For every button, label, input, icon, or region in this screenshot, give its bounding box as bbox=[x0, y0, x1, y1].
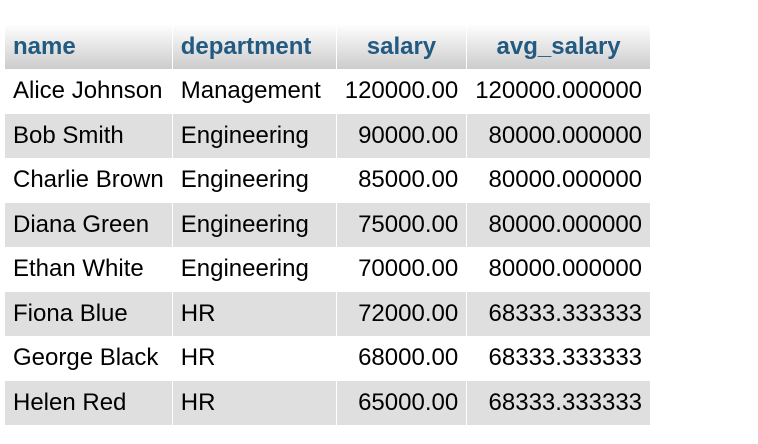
cell-name[interactable]: Bob Smith bbox=[5, 113, 173, 158]
cell-department[interactable]: HR bbox=[172, 380, 337, 425]
cell-avg-salary[interactable]: 68333.333333 bbox=[466, 380, 651, 425]
cell-avg-salary[interactable]: 80000.000000 bbox=[466, 158, 651, 203]
cell-department[interactable]: Engineering bbox=[172, 202, 337, 247]
cell-department[interactable]: Management bbox=[172, 69, 337, 114]
cell-name[interactable]: Charlie Brown bbox=[5, 158, 173, 203]
cell-salary[interactable]: 72000.00 bbox=[336, 291, 468, 336]
column-header-label: salary bbox=[366, 32, 437, 60]
table-row[interactable]: Helen Red HR 65000.00 68333.333333 bbox=[5, 380, 651, 425]
cell-department[interactable]: Engineering bbox=[172, 113, 337, 158]
table-row[interactable]: Alice Johnson Management 120000.00 12000… bbox=[5, 69, 651, 114]
table-row[interactable]: George Black HR 68000.00 68333.333333 bbox=[5, 336, 651, 381]
cell-salary[interactable]: 85000.00 bbox=[336, 158, 468, 203]
cell-name[interactable]: Helen Red bbox=[5, 380, 173, 425]
table-row[interactable]: Bob Smith Engineering 90000.00 80000.000… bbox=[5, 113, 651, 158]
column-header-salary[interactable]: salary bbox=[336, 24, 468, 69]
cell-salary[interactable]: 120000.00 bbox=[336, 69, 468, 114]
table-row[interactable]: Charlie Brown Engineering 85000.00 80000… bbox=[5, 158, 651, 203]
cell-name[interactable]: Diana Green bbox=[5, 202, 173, 247]
cell-department[interactable]: Engineering bbox=[172, 158, 337, 203]
header-row: name department salary avg_salary bbox=[5, 24, 651, 69]
column-header-label: name bbox=[13, 32, 76, 60]
cell-avg-salary[interactable]: 80000.000000 bbox=[466, 202, 651, 247]
cell-avg-salary[interactable]: 68333.333333 bbox=[466, 291, 651, 336]
column-header-avg-salary[interactable]: avg_salary bbox=[466, 24, 651, 69]
cell-salary[interactable]: 75000.00 bbox=[336, 202, 468, 247]
column-header-label: avg_salary bbox=[496, 32, 621, 60]
cell-salary[interactable]: 90000.00 bbox=[336, 113, 468, 158]
cell-name[interactable]: Fiona Blue bbox=[5, 291, 173, 336]
cell-salary[interactable]: 68000.00 bbox=[336, 336, 468, 381]
column-header-name[interactable]: name bbox=[5, 24, 173, 69]
table-row[interactable]: Diana Green Engineering 75000.00 80000.0… bbox=[5, 202, 651, 247]
cell-avg-salary[interactable]: 120000.000000 bbox=[466, 69, 651, 114]
cell-department[interactable]: Engineering bbox=[172, 247, 337, 292]
cell-avg-salary[interactable]: 80000.000000 bbox=[466, 113, 651, 158]
cell-department[interactable]: HR bbox=[172, 291, 337, 336]
cell-avg-salary[interactable]: 68333.333333 bbox=[466, 336, 651, 381]
table-row[interactable]: Ethan White Engineering 70000.00 80000.0… bbox=[5, 247, 651, 292]
cell-name[interactable]: Ethan White bbox=[5, 247, 173, 292]
cell-salary[interactable]: 65000.00 bbox=[336, 380, 468, 425]
cell-name[interactable]: Alice Johnson bbox=[5, 69, 173, 114]
query-results: name department salary avg_salary Alice … bbox=[5, 24, 651, 425]
table-row[interactable]: Fiona Blue HR 72000.00 68333.333333 bbox=[5, 291, 651, 336]
cell-name[interactable]: George Black bbox=[5, 336, 173, 381]
cell-department[interactable]: HR bbox=[172, 336, 337, 381]
cell-salary[interactable]: 70000.00 bbox=[336, 247, 468, 292]
cell-avg-salary[interactable]: 80000.000000 bbox=[466, 247, 651, 292]
column-header-department[interactable]: department bbox=[172, 24, 337, 69]
results-table: name department salary avg_salary Alice … bbox=[5, 24, 651, 425]
column-header-label: department bbox=[180, 32, 312, 60]
